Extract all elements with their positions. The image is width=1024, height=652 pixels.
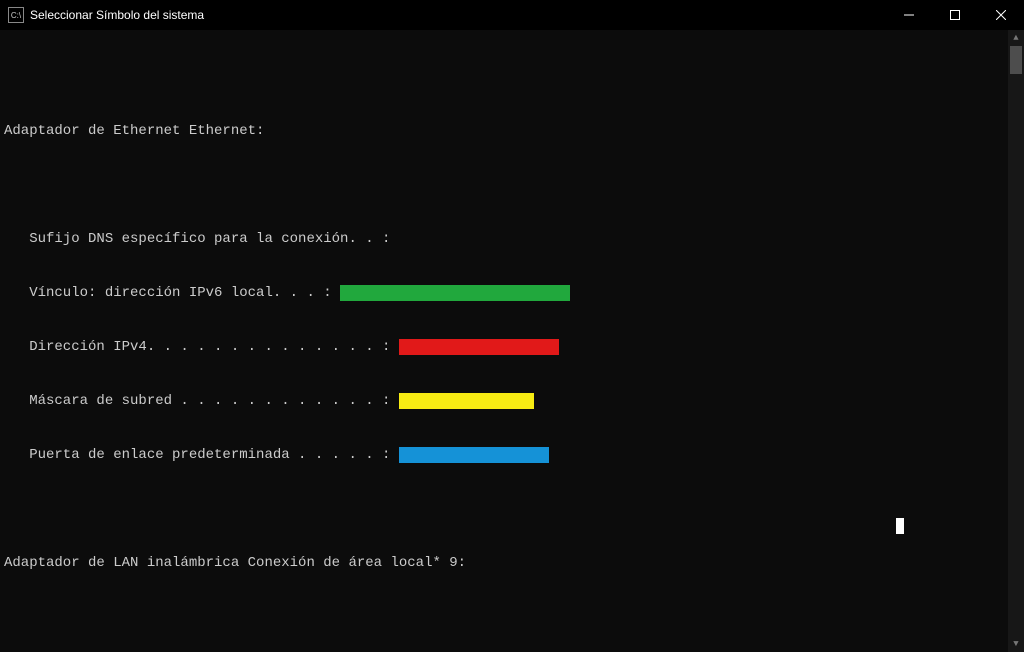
scroll-up-icon[interactable]: ▲ <box>1008 30 1024 46</box>
titlebar: C:\ Seleccionar Símbolo del sistema <box>0 0 1024 30</box>
label-mask: Máscara de subred . . . . . . . . . . . … <box>29 392 390 410</box>
minimize-button[interactable] <box>886 0 932 30</box>
line-ipv6: Vínculo: dirección IPv6 local. . . : <box>4 284 1004 302</box>
scroll-down-icon[interactable]: ▼ <box>1008 636 1024 652</box>
line-mask: Máscara de subred . . . . . . . . . . . … <box>4 392 1004 410</box>
maximize-button[interactable] <box>932 0 978 30</box>
redacted-mask <box>399 393 534 409</box>
scroll-track[interactable] <box>1008 46 1024 636</box>
line-ipv4: Dirección IPv4. . . . . . . . . . . . . … <box>4 338 1004 356</box>
label-ipv4: Dirección IPv4. . . . . . . . . . . . . … <box>29 338 390 356</box>
text-cursor <box>896 518 904 534</box>
scroll-thumb[interactable] <box>1010 46 1022 74</box>
label-ipv6: Vínculo: dirección IPv6 local. . . : <box>29 284 331 302</box>
window-title: Seleccionar Símbolo del sistema <box>30 8 204 22</box>
line-gateway: Puerta de enlace predeterminada . . . . … <box>4 446 1004 464</box>
heading-lan9: Adaptador de LAN inalámbrica Conexión de… <box>4 554 1004 572</box>
label-gateway: Puerta de enlace predeterminada . . . . … <box>29 446 390 464</box>
line-dns-suffix: Sufijo DNS específico para la conexión. … <box>4 230 1004 248</box>
redacted-gateway <box>399 447 549 463</box>
cmd-icon: C:\ <box>8 7 24 23</box>
redacted-ipv4 <box>399 339 559 355</box>
redacted-ipv6 <box>340 285 570 301</box>
terminal-output[interactable]: Adaptador de Ethernet Ethernet: Sufijo D… <box>0 30 1008 652</box>
scrollbar[interactable]: ▲ ▼ <box>1008 30 1024 652</box>
close-button[interactable] <box>978 0 1024 30</box>
heading-ethernet: Adaptador de Ethernet Ethernet: <box>4 122 1004 140</box>
